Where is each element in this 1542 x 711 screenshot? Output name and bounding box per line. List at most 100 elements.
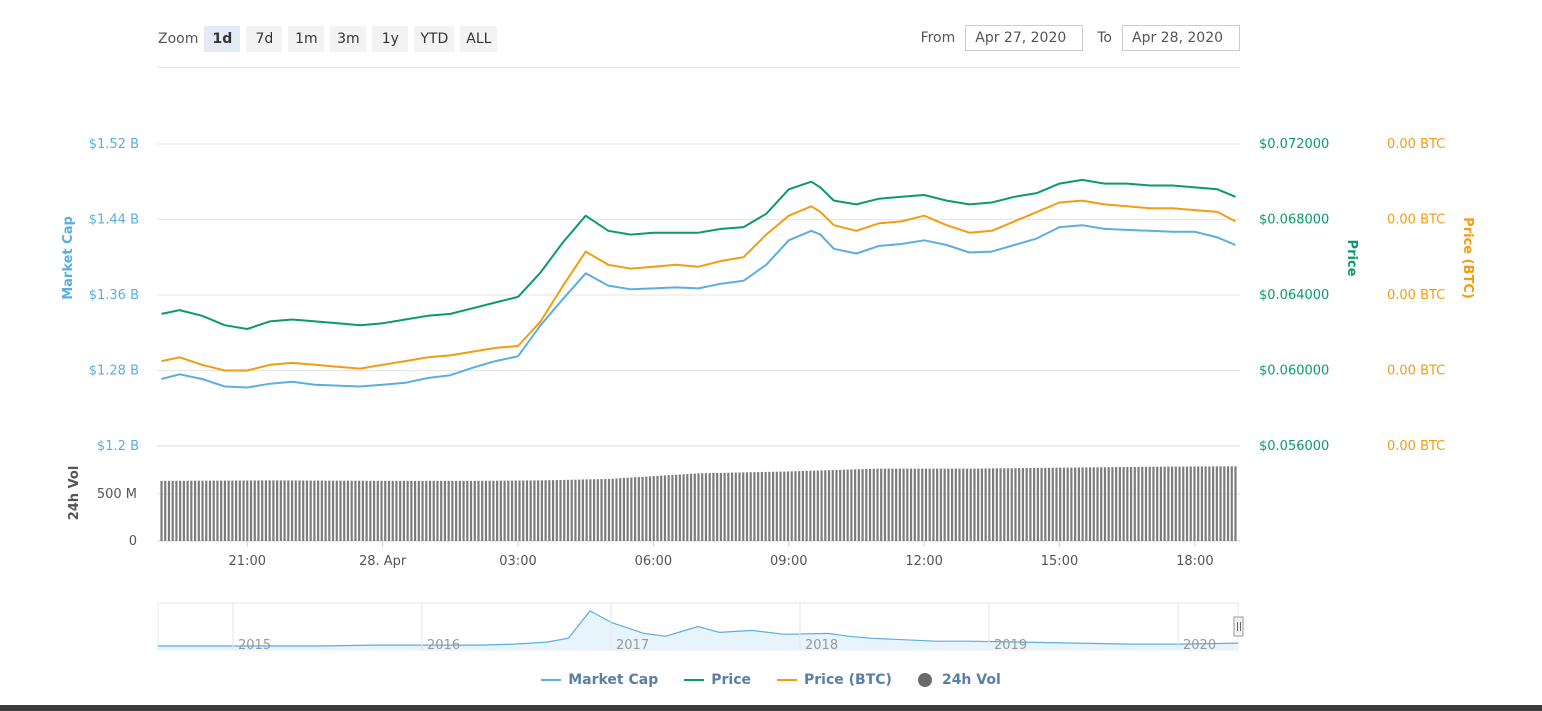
volume-bar [581,479,584,541]
volume-bar [387,480,391,541]
legend-label: Price [711,672,752,688]
volume-bar [936,468,939,541]
volume-bar [954,468,957,541]
volume-bar [880,468,883,541]
volume-bar [645,476,648,541]
volume-bar [1137,466,1140,541]
price-tick-label: $0.072000 [1259,137,1329,152]
legend-item-market-cap[interactable]: Market Cap [541,672,658,688]
volume-bar [764,471,767,541]
price-btc-tick-label: 0.00 BTC [1387,288,1445,303]
volume-bar [652,476,655,541]
volume-bar [999,468,1002,541]
volume-bar [160,480,163,541]
volume-bar [675,474,678,541]
legend-item-volume[interactable]: 24h Vol [917,672,1001,688]
volume-bar [723,472,726,541]
volume-bar [451,480,454,541]
legend-item-price[interactable]: Price [684,672,751,688]
volume-bar [995,468,998,541]
volume-bar [317,480,320,541]
volume-bar [395,480,398,541]
price-btc-tick-label: 0.00 BTC [1387,213,1445,228]
volume-bar [264,480,268,541]
volume-bar [458,480,461,541]
volume-bar [730,472,734,541]
volume-bar [522,480,525,541]
volume-bar [1141,466,1144,541]
volume-bar [223,480,227,541]
price-line [161,178,1236,330]
volume-bar [1107,467,1110,541]
volume-bar [1226,466,1230,541]
volume-bar [488,480,491,541]
volume-bar [850,469,853,541]
volume-bar [704,473,708,541]
volume-bar [570,479,573,541]
volume-bar [1074,467,1077,541]
volume-bar [369,480,372,541]
volume-bar [417,480,420,541]
volume-bar [1081,467,1084,541]
volume-bar [786,471,790,541]
volume-bar [1230,466,1233,541]
volume-bar [816,470,819,541]
volume-bar [432,480,435,541]
volume-bar [391,480,394,541]
volume-bar [1055,467,1058,541]
volume-bar [231,480,234,541]
volume-bar [507,480,510,541]
volume-bar [619,478,622,541]
volume-bar [835,469,838,541]
volume-bar [831,470,834,541]
volume-bar [924,468,928,541]
price-btc-tick-label: 0.00 BTC [1387,439,1445,454]
volume-bar [779,471,782,541]
volume-bar [891,468,894,541]
volume-bar [738,472,741,541]
navigator-year-label: 2017 [616,638,649,653]
volume-bar [305,480,309,541]
volume-bar [965,468,969,541]
legend-item-price-btc[interactable]: Price (BTC) [777,672,892,688]
volume-bar [1077,467,1080,541]
volume-bar [1163,466,1166,541]
volume-bar [1193,466,1196,541]
volume-bar [1044,467,1047,541]
price-tick-label: $0.060000 [1259,364,1329,379]
volume-bar [186,480,189,541]
volume-bar [1215,466,1218,541]
chart-canvas[interactable]: $1.52 B $1.44 B $1.36 B $1.28 B $1.2 B $0.072… [0,0,1542,711]
volume-bar [298,480,301,541]
volume-bar [607,478,611,541]
volume-bar [1170,466,1174,541]
volume-bar [354,480,357,541]
volume-bar [637,477,640,541]
volume-bar [809,470,812,541]
volume-bar [276,480,279,541]
volume-bar [958,468,961,541]
price-tick-label: $0.056000 [1259,439,1329,454]
volume-bar [775,471,778,541]
volume-bar [943,468,946,541]
volume-bar [604,479,607,541]
volume-bar [477,480,480,541]
page-bottom-bar [0,705,1542,711]
volume-bar [857,469,860,541]
volume-bar [410,480,413,541]
volume-bar [760,471,763,541]
volume-bar [313,480,316,541]
volume-bar [335,480,338,541]
volume-bar [234,480,238,541]
volume-bar [402,480,406,541]
navigator-year-label: 2019 [994,638,1027,653]
volume-bar [805,470,808,541]
volume-bar [257,480,260,541]
volume-bar [697,473,700,541]
volume-bar [529,480,532,541]
volume-bar [462,480,465,541]
market-cap-tick-label: $1.36 B [89,288,139,303]
volume-axis-title: 24h Vol [67,466,82,521]
volume-bar [1234,466,1237,541]
volume-bar [611,478,614,541]
